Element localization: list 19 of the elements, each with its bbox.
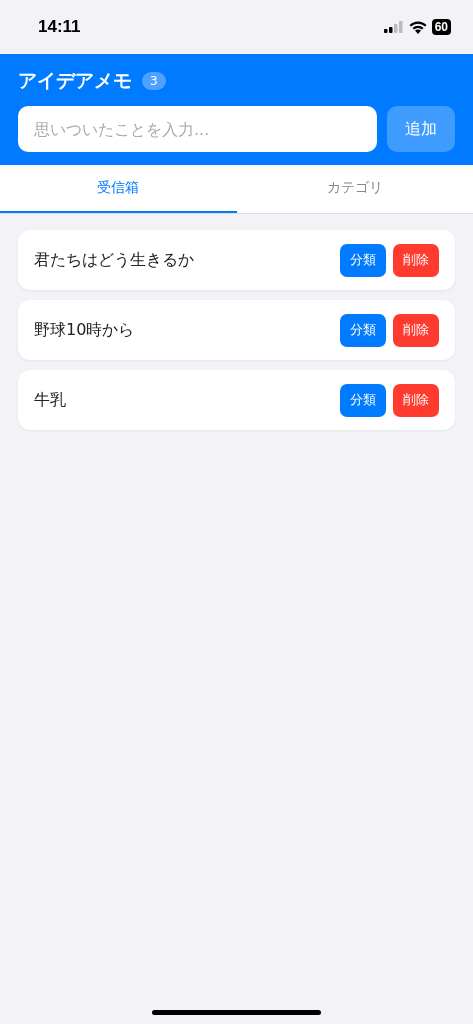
signal-icon [383, 21, 404, 33]
memo-text: 君たちはどう生きるか [34, 249, 195, 271]
status-time: 14:11 [38, 17, 81, 37]
battery-level: 60 [431, 19, 451, 35]
classify-button[interactable]: 分類 [340, 383, 386, 417]
classify-button[interactable]: 分類 [340, 313, 386, 347]
count-badge: 3 [142, 72, 166, 90]
memo-text: 野球10時から [34, 319, 136, 341]
idea-input-field[interactable]: 思いついたことを入力... [18, 106, 377, 152]
tab[interactable]: カテゴリ [236, 165, 473, 213]
delete-button[interactable]: 削除 [393, 383, 439, 417]
delete-button[interactable]: 削除 [393, 243, 439, 277]
classify-button[interactable]: 分類 [340, 243, 386, 277]
delete-button[interactable]: 削除 [393, 313, 439, 347]
memo-text: 牛乳 [34, 389, 67, 411]
app-title: アイデアメモ [18, 68, 132, 93]
wifi-icon [408, 20, 427, 34]
add-button[interactable]: 追加 [387, 106, 455, 152]
tab[interactable]: 受信箱 [0, 165, 237, 213]
